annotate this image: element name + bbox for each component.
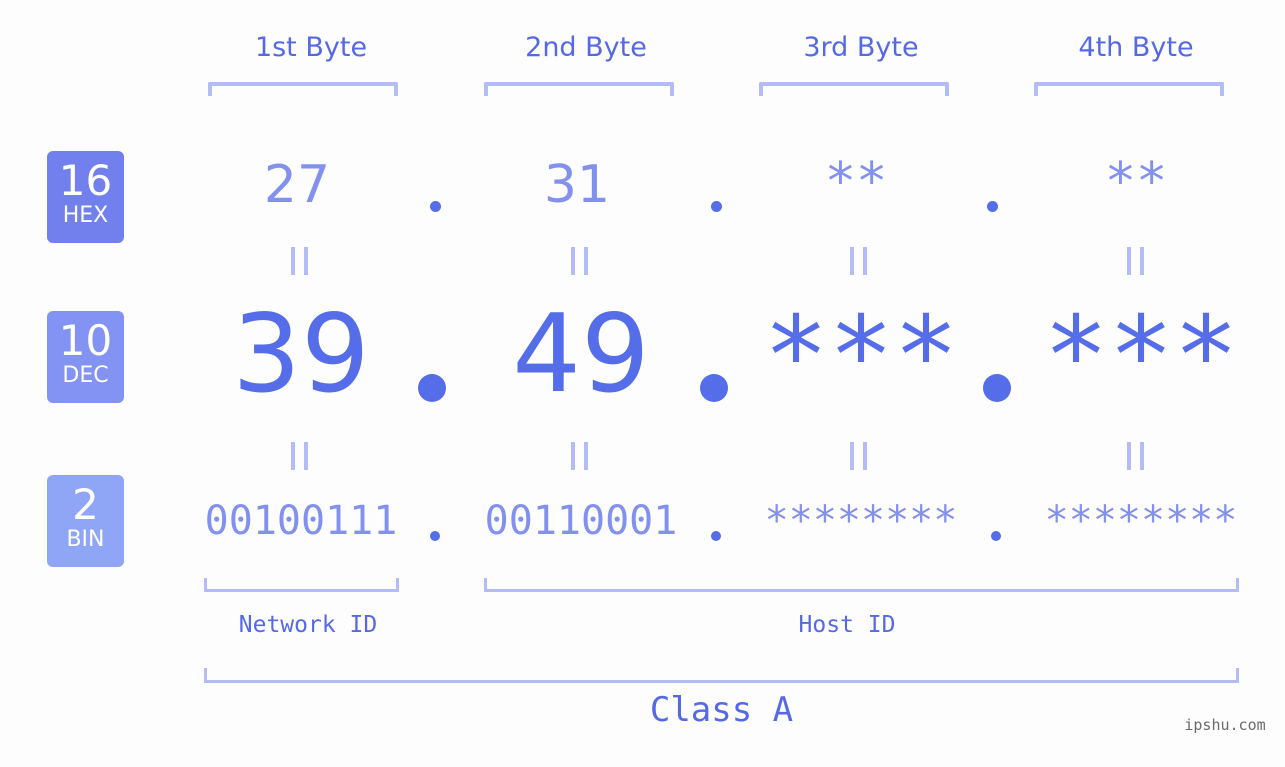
- network-id-label: Network ID: [238, 612, 378, 638]
- hex-byte-4: **: [1104, 152, 1168, 212]
- hex-byte-1: 27: [263, 155, 331, 215]
- hex-byte-2: 31: [543, 155, 611, 215]
- bin-byte-3: ********: [764, 498, 958, 544]
- byte-header-3: 3rd Byte: [803, 32, 919, 63]
- bin-byte-1: 00100111: [204, 498, 398, 544]
- dec-dot-1: [418, 374, 446, 402]
- bin-badge: 2 BIN: [47, 475, 124, 567]
- byte-header-4: 4th Byte: [1078, 32, 1194, 63]
- byte-bracket-2: [484, 82, 674, 96]
- equals-icon: [850, 247, 867, 275]
- host-id-label: Host ID: [798, 612, 896, 638]
- dec-base: 10: [58, 316, 113, 365]
- bin-byte-4: ********: [1044, 498, 1238, 544]
- class-bracket: [204, 668, 1239, 683]
- watermark: ipshu.com: [1184, 716, 1266, 734]
- dec-badge: 10 DEC: [47, 311, 124, 403]
- dec-label: DEC: [62, 363, 109, 388]
- bin-base: 2: [72, 480, 99, 529]
- equals-icon: [1127, 442, 1144, 470]
- hex-badge: 16 HEX: [47, 151, 124, 243]
- hex-base: 16: [58, 156, 113, 205]
- byte-bracket-1: [208, 82, 398, 96]
- bin-dot-2: [711, 531, 721, 541]
- hex-dot-2: [711, 201, 722, 212]
- dec-byte-4: ***: [1043, 294, 1239, 419]
- byte-header-1: 1st Byte: [254, 32, 368, 63]
- bin-dot-1: [430, 531, 440, 541]
- dec-dot-2: [700, 374, 728, 402]
- ip-class-label: Class A: [649, 690, 794, 730]
- hex-dot-3: [987, 201, 998, 212]
- equals-icon: [1127, 247, 1144, 275]
- byte-header-2: 2nd Byte: [525, 32, 647, 63]
- dec-byte-3: ***: [763, 294, 959, 419]
- dec-byte-1: 39: [232, 292, 370, 417]
- dec-byte-2: 49: [512, 292, 650, 417]
- byte-bracket-3: [759, 82, 949, 96]
- network-id-bracket: [204, 578, 399, 592]
- equals-icon: [850, 442, 867, 470]
- equals-icon: [571, 247, 588, 275]
- equals-icon: [571, 442, 588, 470]
- host-id-bracket: [484, 578, 1239, 592]
- bin-dot-3: [991, 531, 1001, 541]
- hex-dot-1: [430, 201, 441, 212]
- byte-bracket-4: [1034, 82, 1224, 96]
- dec-dot-3: [983, 374, 1011, 402]
- hex-label: HEX: [62, 203, 109, 228]
- equals-icon: [291, 247, 308, 275]
- bin-byte-2: 00110001: [484, 498, 678, 544]
- hex-byte-3: **: [824, 152, 888, 212]
- equals-icon: [291, 442, 308, 470]
- bin-label: BIN: [66, 527, 105, 552]
